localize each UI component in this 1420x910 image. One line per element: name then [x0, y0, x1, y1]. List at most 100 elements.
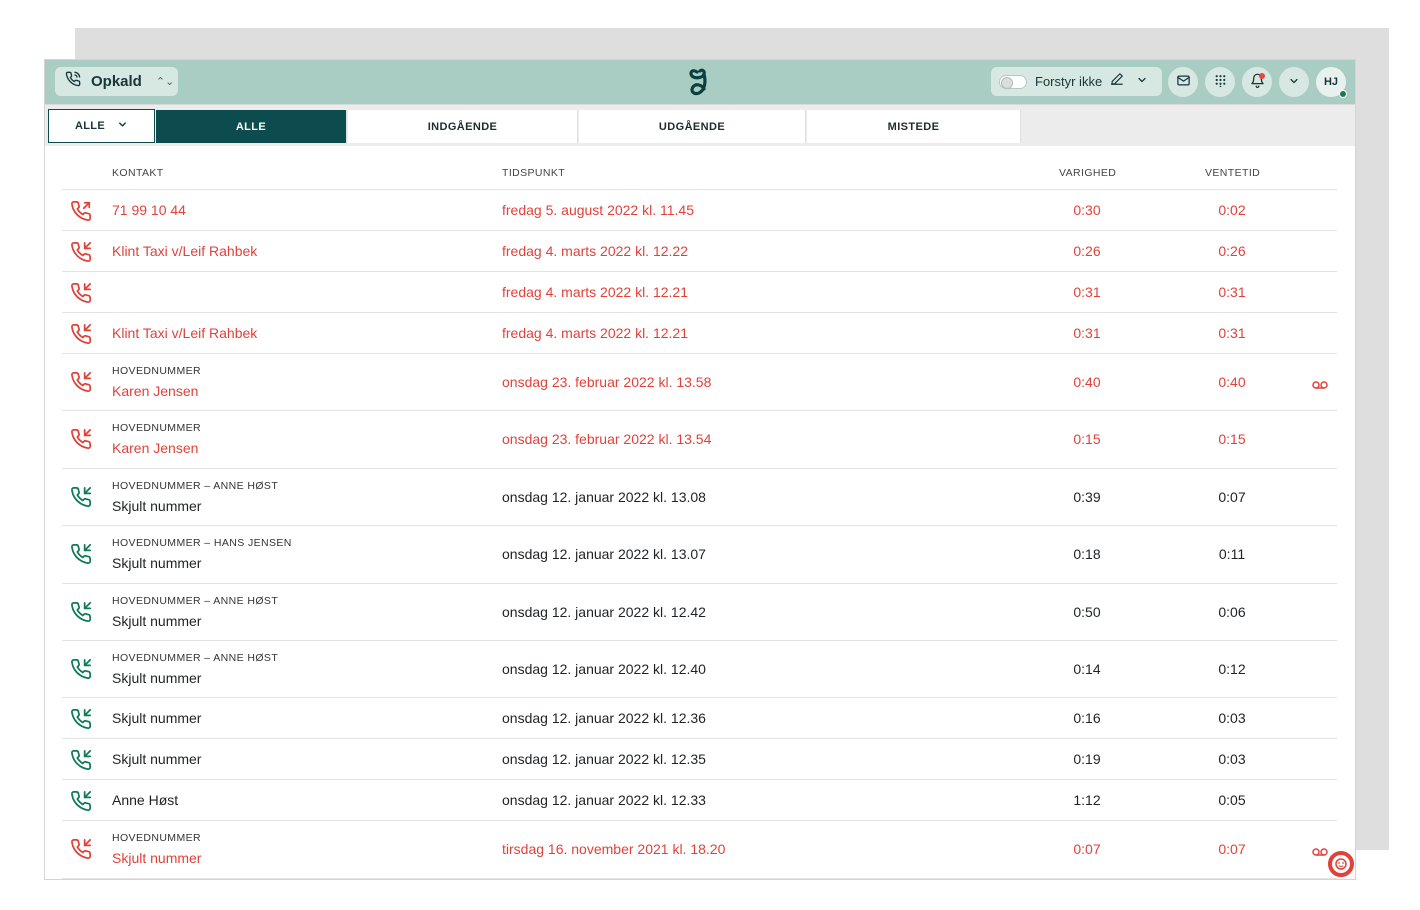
header-contact[interactable]: KONTAKT	[112, 167, 164, 179]
phone-incoming-missed-icon	[70, 241, 92, 263]
header-time[interactable]: TIDSPUNKT	[502, 167, 565, 179]
calls-table: KONTAKT TIDSPUNKT VARIGHED VENTETID 71 9…	[62, 148, 1337, 879]
call-time: onsdag 23. februar 2022 kl. 13.58	[502, 374, 712, 390]
dnd-control[interactable]: Forstyr ikke	[991, 67, 1162, 96]
call-duration: 0:18	[1073, 546, 1101, 563]
contact-name[interactable]: 71 99 10 44	[112, 202, 186, 218]
call-wait: 0:03	[1218, 751, 1246, 768]
lifebuoy-icon	[1327, 851, 1355, 879]
dnd-label: Forstyr ikke	[1035, 74, 1103, 89]
call-duration: 0:19	[1073, 751, 1101, 768]
dialpad-button[interactable]	[1205, 67, 1235, 97]
contact-name[interactable]: Skjult nummer	[112, 498, 201, 514]
table-row[interactable]: Anne Høst onsdag 12. januar 2022 kl. 12.3…	[62, 780, 1337, 822]
menu-button[interactable]	[1279, 67, 1309, 97]
phone-incoming-missed-icon	[70, 371, 92, 393]
table-row[interactable]: HOVEDNUMMER Karen Jensen onsdag 23. februa…	[62, 411, 1337, 469]
table-row[interactable]: 71 99 10 44 fredag 5. august 2022 kl. 11.…	[62, 190, 1337, 231]
call-duration: 0:26	[1073, 243, 1101, 259]
call-duration: 0:30	[1073, 202, 1101, 218]
pencil-icon[interactable]	[1110, 72, 1124, 91]
call-duration: 0:40	[1073, 374, 1101, 390]
tab-missed[interactable]: MISTEDE	[807, 110, 1021, 143]
chevron-down-icon[interactable]	[1136, 73, 1148, 91]
filter-dropdown[interactable]: ALLE	[48, 109, 155, 143]
contact-name[interactable]: Skjult nummer	[112, 613, 201, 629]
call-duration: 0:07	[1073, 841, 1101, 858]
call-duration: 0:39	[1073, 488, 1101, 505]
tab-all[interactable]: ALLE	[156, 110, 347, 143]
phone-incoming-missed-icon	[70, 282, 92, 304]
contact-name[interactable]: Skjult nummer	[112, 670, 201, 686]
call-wait: 0:07	[1218, 488, 1246, 505]
brand-logo-icon	[685, 66, 715, 98]
call-duration: 1:12	[1073, 792, 1101, 809]
phone-outgoing-missed-icon	[70, 200, 92, 222]
call-wait: 0:26	[1218, 243, 1246, 259]
avatar[interactable]: HJ	[1316, 67, 1347, 98]
contact-name[interactable]: Skjult nummer	[112, 710, 201, 726]
notifications-button[interactable]	[1242, 67, 1272, 97]
call-duration: 0:14	[1073, 660, 1101, 677]
call-wait: 0:05	[1218, 792, 1246, 809]
table-body: 71 99 10 44 fredag 5. august 2022 kl. 11.…	[62, 190, 1337, 879]
call-wait: 0:07	[1218, 841, 1246, 858]
phone-incoming-missed-icon	[70, 428, 92, 450]
phone-incoming-icon	[70, 601, 92, 623]
contact-name[interactable]: Anne Høst	[112, 792, 178, 808]
voicemail-icon[interactable]	[1312, 844, 1328, 857]
tab-incoming[interactable]: INDGÅENDE	[348, 110, 578, 143]
online-status-dot	[1339, 90, 1347, 98]
contact-line: HOVEDNUMMER	[112, 422, 201, 435]
dialpad-icon	[1214, 74, 1227, 90]
tab-outgoing[interactable]: UDGÅENDE	[579, 110, 806, 143]
contact-name[interactable]: Skjult nummer	[112, 850, 201, 866]
contact-line: HOVEDNUMMER – ANNE HØST	[112, 594, 279, 607]
table-row[interactable]: Klint Taxi v/Leif Rahbek fredag 4. marts …	[62, 313, 1337, 354]
table-row[interactable]: Skjult nummer onsdag 12. januar 2022 kl. …	[62, 739, 1337, 781]
voicemail-icon[interactable]	[1312, 377, 1328, 389]
header-duration[interactable]: VARIGHED	[1059, 167, 1116, 179]
call-duration: 0:50	[1073, 603, 1101, 620]
table-row[interactable]: HOVEDNUMMER – ANNE HØST Skjult nummer onsd…	[62, 469, 1337, 527]
phone-icon	[65, 71, 81, 92]
table-row[interactable]: Skjult nummer onsdag 12. januar 2022 kl. …	[62, 698, 1337, 740]
table-row[interactable]: Klint Taxi v/Leif Rahbek fredag 4. marts …	[62, 231, 1337, 272]
call-wait: 0:11	[1218, 546, 1246, 563]
app-switcher[interactable]: Opkald ⌃⌄	[55, 67, 178, 96]
table-row[interactable]: HOVEDNUMMER – ANNE HØST Skjult nummer onsd…	[62, 584, 1337, 641]
phone-incoming-icon	[70, 658, 92, 680]
table-row[interactable]: HOVEDNUMMER – ANNE HØST Skjult nummer onsd…	[62, 641, 1337, 699]
contact-name[interactable]: Klint Taxi v/Leif Rahbek	[112, 243, 257, 259]
chevron-down-icon	[1288, 75, 1300, 90]
call-wait: 0:03	[1218, 710, 1246, 727]
phone-incoming-missed-icon	[70, 323, 92, 345]
call-duration: 0:31	[1073, 325, 1101, 341]
top-bar: Opkald ⌃⌄ Forstyr ikke HJ	[45, 60, 1355, 104]
help-button[interactable]	[1327, 850, 1355, 878]
dnd-toggle[interactable]	[999, 74, 1027, 89]
call-time: onsdag 12. januar 2022 kl. 12.35	[502, 751, 706, 768]
header-wait[interactable]: VENTETID	[1205, 167, 1260, 179]
call-time: onsdag 23. februar 2022 kl. 13.54	[502, 431, 712, 448]
contact-name[interactable]: Karen Jensen	[112, 440, 198, 456]
contact-name[interactable]: Skjult nummer	[112, 751, 201, 767]
app-window: Opkald ⌃⌄ Forstyr ikke HJ ALLE ALLE INDG…	[44, 59, 1356, 880]
table-row[interactable]: HOVEDNUMMER Skjult nummer tirsdag 16. nove…	[62, 821, 1337, 879]
table-row[interactable]: HOVEDNUMMER Karen Jensen onsdag 23. februa…	[62, 354, 1337, 412]
call-wait: 0:02	[1218, 202, 1246, 218]
call-time: fredag 5. august 2022 kl. 11.45	[502, 202, 694, 218]
table-row[interactable]: fredag 4. marts 2022 kl. 12.21 0:31 0:31	[62, 272, 1337, 313]
phone-incoming-missed-icon	[70, 838, 92, 860]
table-row[interactable]: HOVEDNUMMER – HANS JENSEN Skjult nummer on…	[62, 526, 1337, 584]
contact-name[interactable]: Karen Jensen	[112, 383, 198, 399]
contact-name[interactable]: Klint Taxi v/Leif Rahbek	[112, 325, 257, 341]
contact-line: HOVEDNUMMER – ANNE HØST	[112, 479, 279, 492]
call-time: fredag 4. marts 2022 kl. 12.21	[502, 284, 688, 300]
call-wait: 0:12	[1218, 660, 1246, 677]
call-time: onsdag 12. januar 2022 kl. 12.42	[502, 603, 706, 620]
contact-name[interactable]: Skjult nummer	[112, 555, 201, 571]
filter-bar: ALLE ALLE INDGÅENDE UDGÅENDE MISTEDE	[45, 104, 1355, 146]
contact-line: HOVEDNUMMER	[112, 832, 201, 845]
mail-button[interactable]	[1168, 67, 1198, 97]
